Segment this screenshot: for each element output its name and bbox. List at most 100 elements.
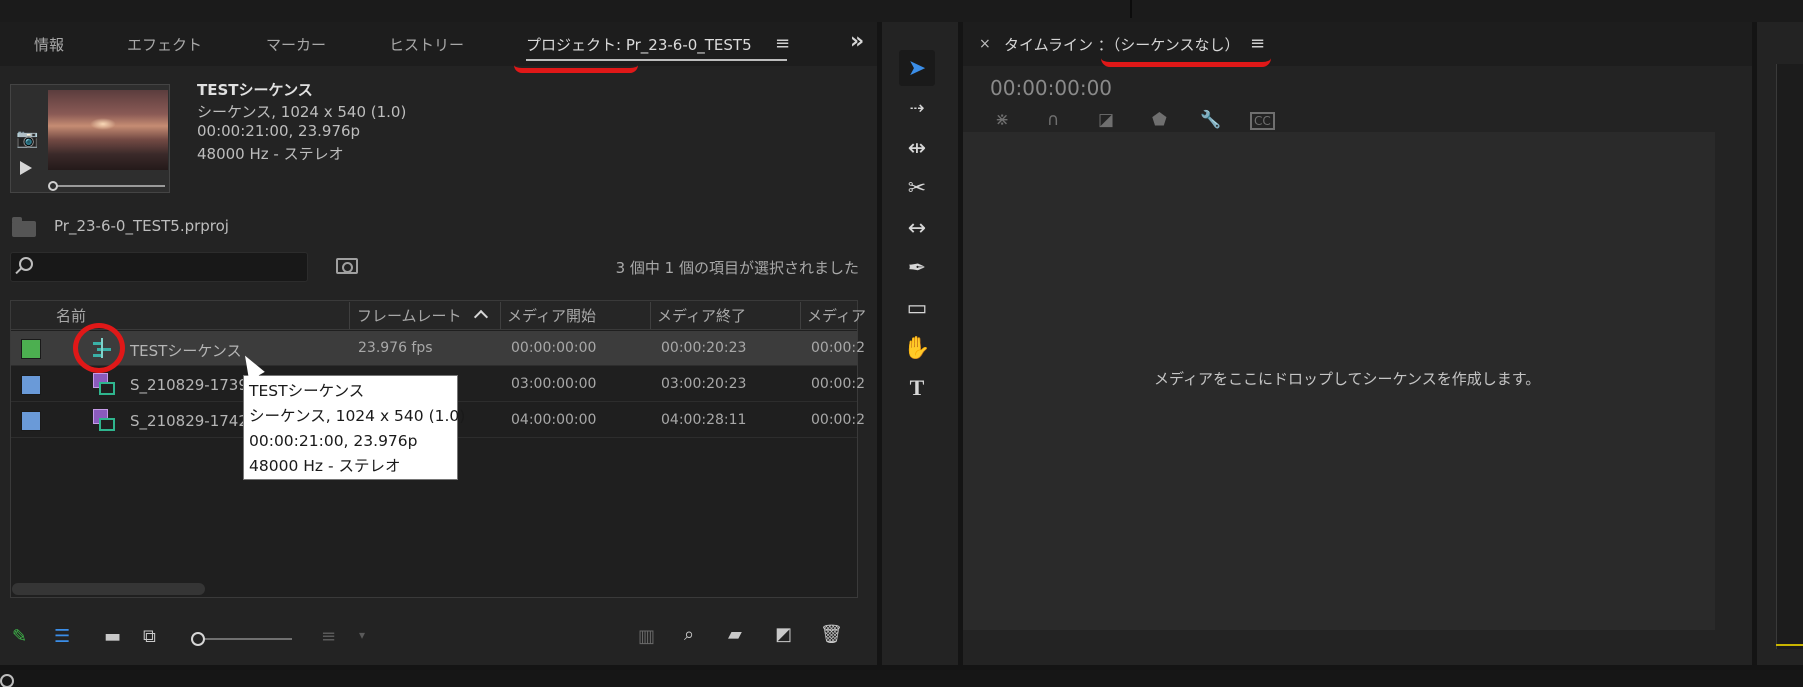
zoom-slider[interactable]: [199, 638, 292, 640]
timeline-title[interactable]: タイムライン ：（シーケンスなし）: [1004, 34, 1239, 55]
item-name: S_210829-1739: [130, 376, 248, 394]
status-bar: [0, 670, 1803, 687]
item-media-duration: 00:00:2: [811, 376, 865, 392]
item-media-duration: 00:00:2: [811, 340, 865, 356]
item-media-start: 03:00:00:00: [511, 376, 597, 392]
annotation-circle: [73, 323, 125, 373]
trash-icon[interactable]: 🗑: [820, 624, 843, 645]
tab-project[interactable]: プロジェクト: Pr_23-6-0_TEST5: [526, 34, 752, 55]
tooltip-line: TESTシーケンス: [249, 382, 365, 400]
razor-tool-icon[interactable]: ✂: [899, 170, 935, 206]
track-select-tool-icon[interactable]: ⇢: [899, 90, 935, 126]
sort-icon[interactable]: ≡: [321, 626, 336, 647]
item-name: S_210829-1742: [130, 412, 248, 430]
item-media-start: 04:00:00:00: [511, 412, 597, 428]
ripple-edit-tool-icon[interactable]: ⇹: [899, 130, 935, 166]
selection-count: 3 個中 1 個の項目が選択されました: [615, 259, 859, 277]
column-divider[interactable]: [650, 302, 651, 329]
timecode-display[interactable]: 00:00:00:00: [990, 76, 1112, 100]
column-media-duration[interactable]: メディア: [807, 305, 866, 326]
nest-icon[interactable]: ⋇: [995, 110, 1009, 130]
automate-to-sequence-icon[interactable]: ▥: [638, 626, 655, 647]
selection-tool-icon[interactable]: ➤: [899, 50, 935, 86]
camera-icon[interactable]: 📷: [16, 128, 38, 149]
overflow-chevron-icon[interactable]: »: [850, 29, 864, 54]
scrubber-handle[interactable]: [48, 181, 58, 191]
table-row[interactable]: TESTシーケンス 23.976 fps 00:00:00:00 00:00:2…: [11, 331, 865, 366]
horizontal-scrollbar[interactable]: [12, 583, 205, 595]
preview-title: TESTシーケンス: [197, 81, 313, 99]
column-divider[interactable]: [800, 302, 801, 329]
tab-effects[interactable]: エフェクト: [127, 34, 202, 55]
label-color-swatch[interactable]: [21, 375, 41, 395]
project-file-name: Pr_23-6-0_TEST5.prproj: [54, 217, 229, 235]
list-view-icon[interactable]: ☰: [54, 626, 70, 647]
wrench-icon[interactable]: 🔧: [1200, 110, 1221, 130]
preview-scrubber[interactable]: [50, 185, 165, 187]
item-tooltip: TESTシーケンス シーケンス, 1024 x 540 (1.0) 00:00:…: [243, 375, 466, 480]
play-icon[interactable]: [20, 161, 32, 175]
clip-icon: [93, 373, 115, 397]
search-input[interactable]: [10, 252, 308, 282]
zoom-slider-handle[interactable]: [191, 632, 205, 646]
active-tab-underline: [526, 59, 787, 61]
find-icon[interactable]: ⌕: [684, 624, 694, 645]
tab-history[interactable]: ヒストリー: [389, 34, 464, 55]
item-media-end: 03:00:20:23: [661, 376, 747, 392]
column-media-start[interactable]: メディア開始: [507, 305, 596, 326]
item-media-duration: 00:00:2: [811, 412, 865, 428]
annotation-underline: [1101, 58, 1271, 67]
audio-meter: [1776, 64, 1803, 649]
column-divider[interactable]: [349, 302, 350, 329]
preview-line-3: 48000 Hz - ステレオ: [197, 145, 344, 163]
audio-meter-level: [1776, 644, 1803, 646]
column-name[interactable]: 名前: [56, 305, 86, 326]
find-bin-icon[interactable]: [336, 258, 358, 274]
pen-tool-icon[interactable]: ✒: [899, 250, 935, 286]
hand-tool-icon[interactable]: ✋: [899, 330, 935, 366]
close-icon[interactable]: ×: [979, 36, 991, 52]
captions-icon[interactable]: CC: [1250, 112, 1275, 130]
marker-icon[interactable]: ⬟: [1152, 110, 1167, 130]
preview-image: [48, 90, 168, 170]
folder-up-icon[interactable]: [12, 217, 36, 237]
icon-view-icon[interactable]: ▬: [104, 626, 121, 647]
tooltip-line: 00:00:21:00, 23.976p: [249, 432, 418, 450]
annotation-underline: [514, 65, 638, 73]
timeline-menu-icon[interactable]: ≡: [1250, 33, 1265, 54]
tooltip-line: 48000 Hz - ステレオ: [249, 457, 401, 475]
panel-menu-icon[interactable]: ≡: [775, 33, 790, 54]
column-media-end[interactable]: メディア終了: [657, 305, 746, 326]
preview-image-sun: [90, 118, 116, 130]
tooltip-line: シーケンス, 1024 x 540 (1.0): [249, 407, 466, 425]
clip-icon: [93, 409, 115, 433]
type-tool-icon[interactable]: T: [899, 370, 935, 406]
item-framerate: 23.976 fps: [358, 340, 433, 356]
linked-selection-icon[interactable]: ◪: [1098, 110, 1114, 130]
label-color-swatch[interactable]: [21, 339, 41, 359]
top-divider: [1130, 0, 1132, 18]
new-item-icon[interactable]: ◩: [775, 624, 792, 645]
drop-message: メディアをここにドロップしてシーケンスを作成します。: [1154, 370, 1541, 388]
item-media-start: 00:00:00:00: [511, 340, 597, 356]
pencil-icon[interactable]: ✎: [12, 626, 27, 647]
slip-tool-icon[interactable]: ↔: [899, 210, 935, 246]
tab-markers[interactable]: マーカー: [266, 34, 326, 55]
window-top-bar: [0, 0, 1803, 22]
new-bin-icon[interactable]: ▰: [728, 624, 742, 645]
rectangle-tool-icon[interactable]: ▭: [899, 290, 935, 326]
snap-icon[interactable]: ∩: [1047, 110, 1059, 130]
tab-info[interactable]: 情報: [34, 34, 64, 55]
search-icon: [19, 257, 33, 271]
item-media-end: 00:00:20:23: [661, 340, 747, 356]
label-color-swatch[interactable]: [21, 411, 41, 431]
item-media-end: 04:00:28:11: [661, 412, 747, 428]
chevron-down-icon[interactable]: ▾: [359, 628, 365, 642]
preview-line-2: 00:00:21:00, 23.976p: [197, 122, 361, 140]
preview-line-1: シーケンス, 1024 x 540 (1.0): [197, 103, 407, 121]
column-framerate[interactable]: フレームレート: [357, 305, 462, 326]
status-icon: [0, 674, 14, 687]
column-divider[interactable]: [500, 302, 501, 329]
item-name: TESTシーケンス: [130, 342, 242, 360]
freeform-view-icon[interactable]: ⧉: [143, 626, 156, 647]
